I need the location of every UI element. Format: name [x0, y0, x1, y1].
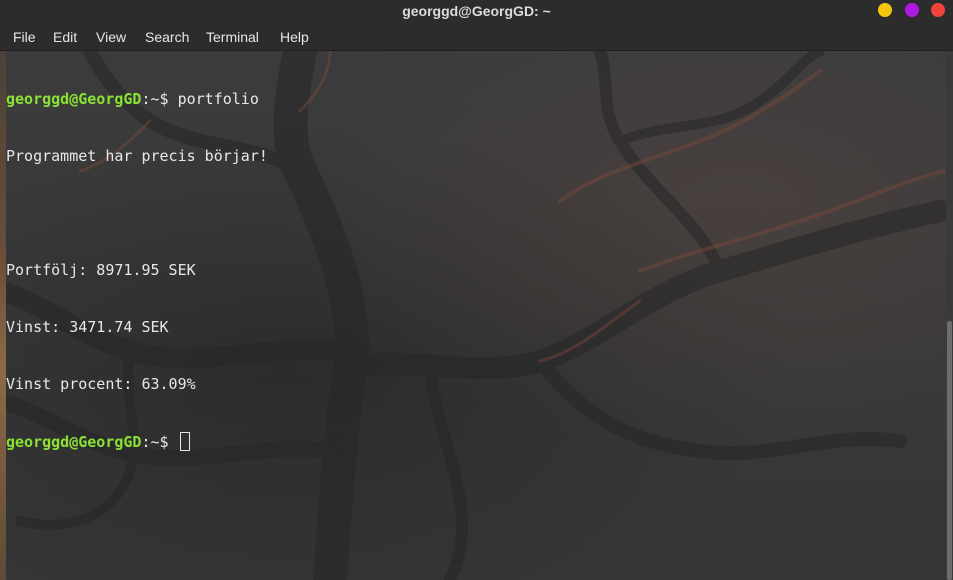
text-cursor [179, 432, 190, 451]
menu-view[interactable]: View [96, 24, 126, 50]
close-button[interactable] [931, 3, 945, 17]
maximize-button[interactable] [905, 3, 919, 17]
menu-search[interactable]: Search [145, 24, 189, 50]
prompt-user: georggd@GeorgGD [6, 90, 142, 108]
menu-edit[interactable]: Edit [53, 24, 77, 50]
desktop-edge [0, 51, 6, 580]
terminal-line: Vinst procent: 63.09% [6, 375, 196, 393]
terminal-line: georggd@GeorgGD:~$ portfolio [6, 90, 268, 109]
minimize-button[interactable] [878, 3, 892, 17]
terminal-line: Vinst: 3471.74 SEK [6, 318, 169, 336]
menu-bar: File Edit View Search Terminal Help [0, 24, 953, 51]
terminal-line: Portfölj: 8971.95 SEK [6, 261, 196, 279]
terminal-line: Programmet har precis börjar! [6, 147, 268, 165]
window-title: georggd@GeorgGD: ~ [402, 3, 551, 19]
terminal-window: georggd@GeorgGD: ~ File Edit View Search… [0, 0, 953, 580]
prompt-user: georggd@GeorgGD [6, 433, 142, 451]
terminal-output: georggd@GeorgGD:~$ portfolio Programmet … [6, 52, 268, 489]
terminal-line: georggd@GeorgGD:~$ [6, 432, 268, 451]
menu-help[interactable]: Help [280, 24, 309, 50]
title-bar[interactable]: georggd@GeorgGD: ~ [0, 0, 953, 24]
terminal-area[interactable]: georggd@GeorgGD:~$ portfolio Programmet … [0, 51, 946, 580]
window-controls [873, 3, 953, 19]
prompt-path: :~$ [141, 90, 178, 108]
prompt-path: :~$ [141, 433, 178, 451]
command-text: portfolio [177, 90, 259, 108]
scrollbar-thumb[interactable] [947, 321, 952, 580]
scrollbar[interactable] [946, 51, 953, 580]
menu-terminal[interactable]: Terminal [206, 24, 259, 50]
menu-file[interactable]: File [13, 24, 36, 50]
